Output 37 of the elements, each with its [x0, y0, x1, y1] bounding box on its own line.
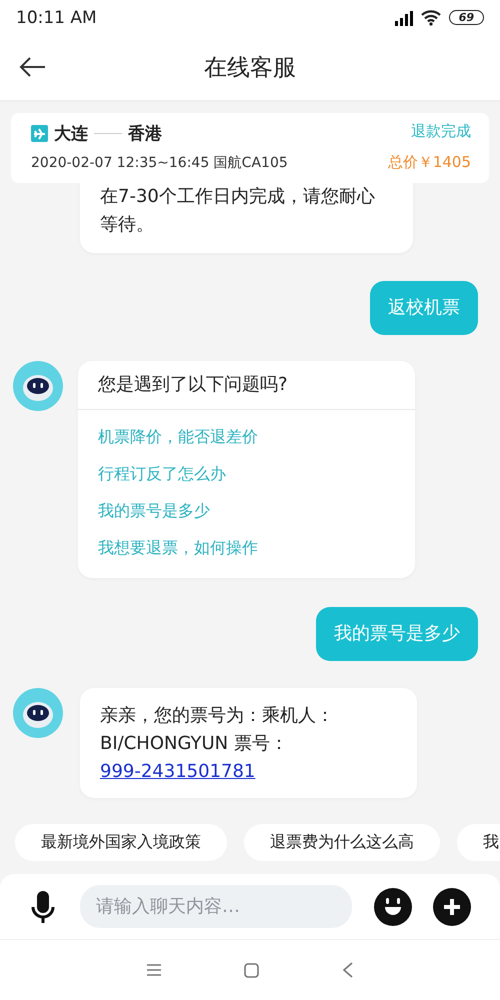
- question-text: 您是遇到了以下问题吗?: [78, 361, 415, 410]
- ticket-number-link[interactable]: 999-2431501781: [100, 761, 256, 782]
- flight-details: 2020-02-07 12:35~16:45 国航CA105: [31, 154, 288, 172]
- microphone-button[interactable]: [30, 890, 56, 924]
- total-price: 总价￥1405: [388, 153, 471, 172]
- status-time: 10:11 AM: [16, 8, 97, 28]
- menu-button[interactable]: [146, 963, 162, 977]
- origin-city: 大连: [54, 123, 88, 145]
- robot-avatar-icon: [13, 688, 63, 738]
- message-input[interactable]: 请输入聊天内容…: [80, 885, 352, 928]
- emoji-button[interactable]: [374, 888, 412, 926]
- microphone-icon: [30, 890, 56, 924]
- smiley-icon: [374, 888, 412, 926]
- signal-icon: [392, 10, 413, 26]
- destination-city: 香港: [128, 123, 162, 145]
- back-arrow-icon: [18, 55, 46, 79]
- quick-reply-chip[interactable]: 退票费为什么这么高: [244, 824, 440, 861]
- menu-icon: [146, 963, 162, 977]
- message-text: 亲亲，您的票号为：乘机人：BI/CHONGYUN 票号：: [100, 705, 334, 754]
- plane-icon: [31, 125, 48, 142]
- back-button[interactable]: [18, 55, 46, 79]
- trip-card[interactable]: 大连 香港 2020-02-07 12:35~16:45 国航CA105 退款完成 总价￥1405: [11, 113, 489, 183]
- back-icon: [340, 962, 354, 978]
- square-icon: [244, 962, 258, 978]
- add-button[interactable]: [433, 888, 471, 926]
- home-button[interactable]: [244, 962, 258, 978]
- back-nav-button[interactable]: [340, 962, 354, 978]
- message-bubble: 返校机票: [370, 281, 478, 335]
- plus-icon: [433, 888, 471, 926]
- wifi-icon: [420, 9, 441, 26]
- page-title: 在线客服: [204, 54, 296, 83]
- quick-reply-chip[interactable]: 最新境外国家入境政策: [15, 824, 227, 861]
- battery-level: 69: [448, 10, 484, 25]
- robot-avatar-icon: [13, 361, 63, 411]
- refund-status: 退款完成: [411, 122, 471, 141]
- message-bubble: 我的票号是多少: [316, 607, 478, 661]
- quick-reply-chip[interactable]: 我: [457, 824, 500, 861]
